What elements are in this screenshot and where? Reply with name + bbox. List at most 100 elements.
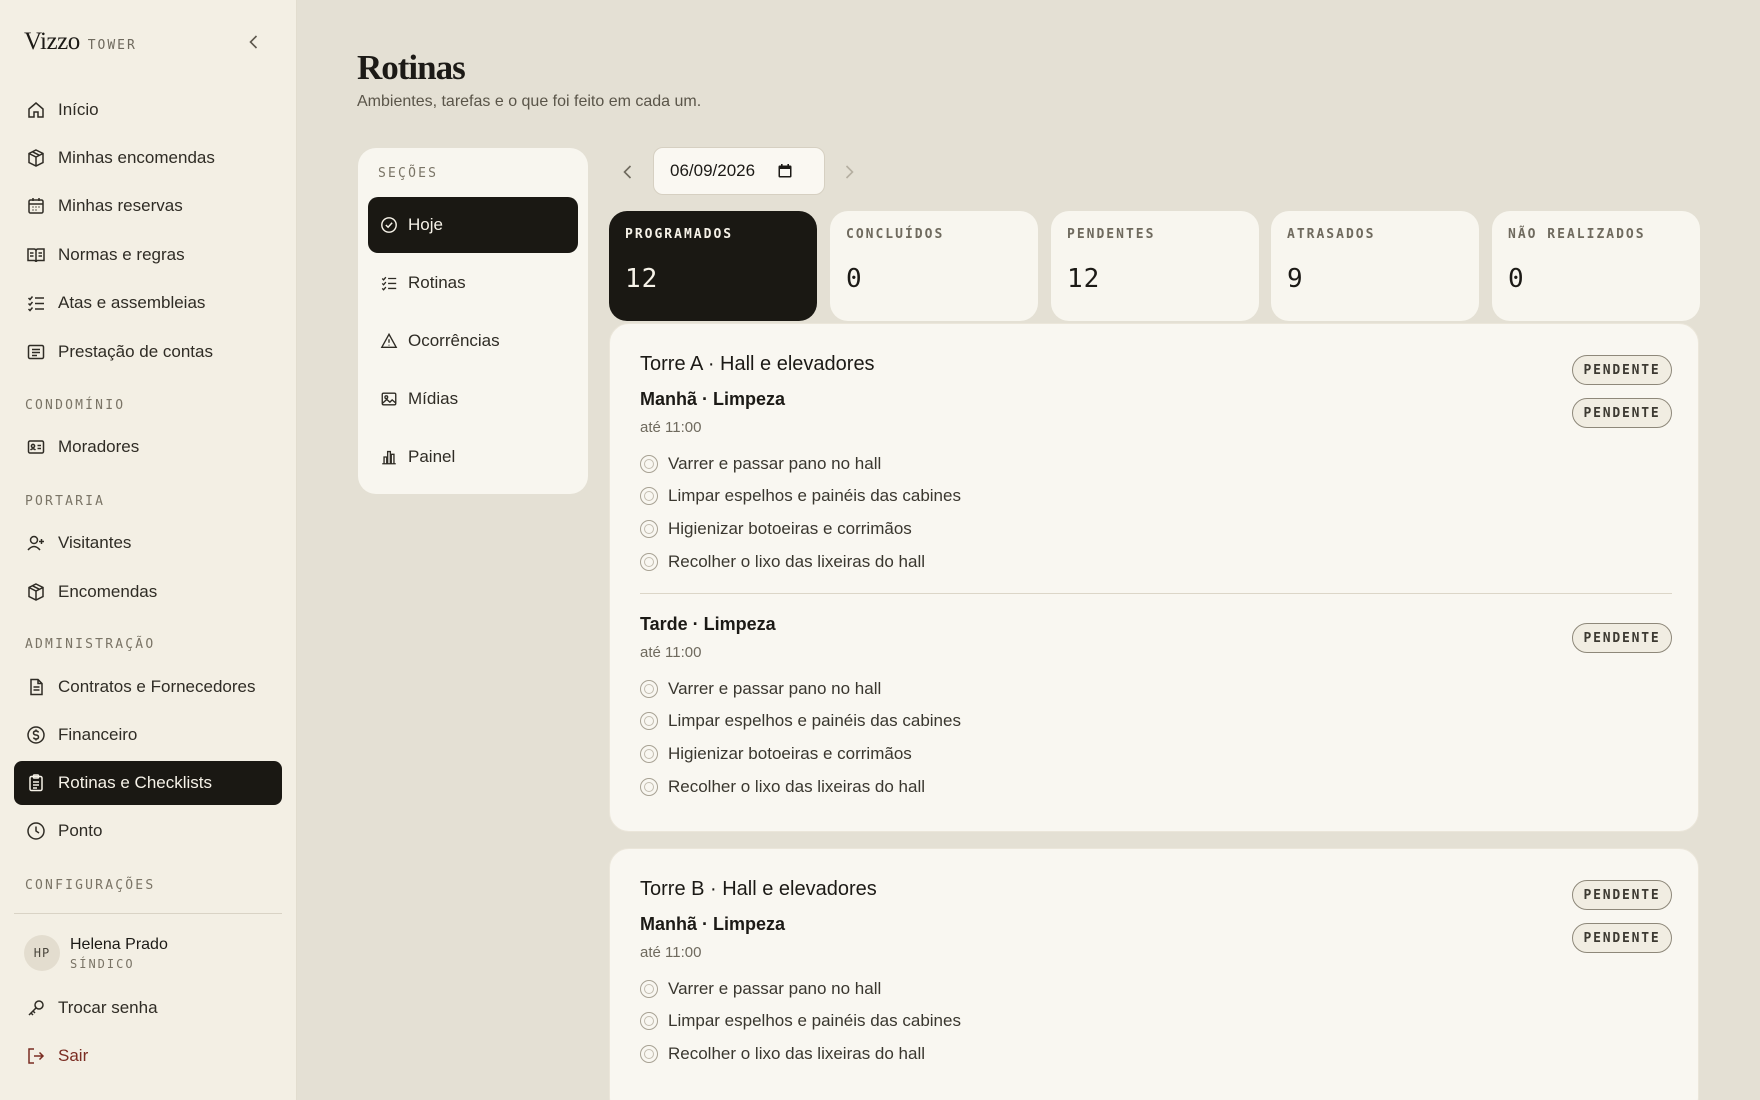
section-item-label: Mídias: [408, 389, 459, 408]
nav-item-label: Início: [58, 100, 99, 119]
task-label: Higienizar botoeiras e corrimãos: [668, 519, 912, 538]
logout-button[interactable]: Sair: [14, 1034, 282, 1078]
task-item[interactable]: Recolher o lixo das lixeiras do hall: [640, 777, 925, 797]
task-item[interactable]: Recolher o lixo das lixeiras do hall: [640, 1044, 925, 1064]
calendar-icon: [28, 198, 44, 214]
package-icon: [28, 149, 44, 167]
task-item[interactable]: Limpar espelhos e painéis das cabines: [640, 711, 961, 731]
task-checkbox[interactable]: [640, 745, 658, 763]
routine-card-torre-b: Torre B · Hall e elevadores PENDENTE Man…: [609, 848, 1699, 1100]
section-item-midias[interactable]: Mídias: [368, 371, 578, 427]
task-checkbox[interactable]: [640, 553, 658, 571]
section-item-rotinas[interactable]: Rotinas: [368, 255, 578, 311]
nav-item-label: Rotinas e Checklists: [58, 773, 213, 792]
nav-item-moradores[interactable]: Moradores: [14, 425, 282, 469]
section-item-painel[interactable]: Painel: [368, 429, 578, 485]
task-checkbox[interactable]: [640, 680, 658, 698]
nav-item-label: Encomendas: [58, 582, 158, 601]
collapse-sidebar-button[interactable]: [244, 32, 264, 52]
nav-item-contratos-e-fornecedores[interactable]: Contratos e Fornecedores: [14, 665, 282, 709]
task-checkbox[interactable]: [640, 712, 658, 730]
receipt-icon: [27, 344, 45, 360]
section-label-configuracoes: CONFIGURAÇÕES: [25, 878, 156, 893]
brand-name: Vizzo: [24, 28, 80, 55]
nav-item-label: Atas e assembleias: [58, 293, 206, 312]
nav-item-label: Moradores: [58, 437, 140, 456]
shift-title: Manhã · Limpeza: [640, 914, 786, 934]
nav-item-encomendas[interactable]: Encomendas: [14, 570, 282, 614]
section-label-administracao: ADMINISTRAÇÃO: [25, 637, 156, 652]
date-value: 06/09/2026: [670, 161, 756, 180]
nav-item-label: Trocar senha: [58, 998, 158, 1017]
status-badge: PENDENTE: [1572, 880, 1672, 910]
task-checkbox[interactable]: [640, 1045, 658, 1063]
nav-item-ponto[interactable]: Ponto: [14, 809, 282, 853]
chevron-right-icon: [845, 165, 854, 179]
task-checkbox[interactable]: [640, 455, 658, 473]
section-label-portaria: PORTARIA: [25, 494, 106, 509]
task-item[interactable]: Limpar espelhos e painéis das cabines: [640, 1011, 961, 1031]
nav-item-atas-e-assembleias[interactable]: Atas e assembleias: [14, 281, 282, 325]
task-item[interactable]: Varrer e passar pano no hall: [640, 679, 881, 699]
stat-card-atrasados[interactable]: ATRASADOS 9: [1271, 211, 1479, 321]
previous-day-button[interactable]: [616, 160, 640, 184]
task-item[interactable]: Higienizar botoeiras e corrimãos: [640, 519, 912, 539]
clipboard-icon: [29, 774, 43, 792]
nav-item-minhas-encomendas[interactable]: Minhas encomendas: [14, 136, 282, 180]
stat-label: CONCLUÍDOS: [846, 227, 945, 242]
task-label: Recolher o lixo das lixeiras do hall: [668, 1044, 926, 1063]
stat-value: 9: [1287, 264, 1304, 294]
user-name: Helena Prado: [70, 935, 168, 953]
chevron-left-icon: [623, 165, 632, 179]
nav-item-label: Minhas encomendas: [58, 148, 215, 167]
task-item[interactable]: Recolher o lixo das lixeiras do hall: [640, 552, 925, 572]
status-badge: PENDENTE: [1572, 398, 1672, 428]
nav-item-label: Financeiro: [58, 725, 138, 744]
shift-title: Tarde · Limpeza: [640, 614, 776, 634]
nav-item-visitantes[interactable]: Visitantes: [14, 521, 282, 565]
brand-subtitle: TOWER: [87, 38, 137, 53]
nav-item-normas-e-regras[interactable]: Normas e regras: [14, 233, 282, 277]
task-label: Varrer e passar pano no hall: [668, 979, 882, 998]
task-item[interactable]: Varrer e passar pano no hall: [640, 454, 881, 474]
nav-item-rotinas-e-checklists[interactable]: Rotinas e Checklists: [14, 761, 282, 805]
task-checkbox[interactable]: [640, 520, 658, 538]
date-picker-input[interactable]: 06/09/2026: [653, 147, 825, 195]
sidebar: Vizzo TOWER Início Minhas encomendas Min…: [0, 0, 297, 1100]
section-item-label: Rotinas: [408, 273, 466, 292]
shift-title: Manhã · Limpeza: [640, 389, 786, 409]
key-icon: [28, 1000, 44, 1016]
task-label: Limpar espelhos e painéis das cabines: [668, 711, 961, 730]
section-item-hoje[interactable]: Hoje: [368, 197, 578, 253]
status-badge: PENDENTE: [1572, 923, 1672, 953]
section-item-ocorrencias[interactable]: Ocorrências: [368, 313, 578, 369]
nav-item-prestacao-de-contas[interactable]: Prestação de contas: [14, 330, 282, 374]
warning-icon: [380, 332, 398, 348]
stat-card-nao-realizados[interactable]: NÃO REALIZADOS 0: [1492, 211, 1700, 321]
task-item[interactable]: Varrer e passar pano no hall: [640, 979, 881, 999]
home-icon: [28, 102, 44, 118]
stat-value: 12: [625, 264, 659, 294]
dollar-icon: [27, 726, 45, 744]
task-item[interactable]: Higienizar botoeiras e corrimãos: [640, 744, 912, 764]
stat-card-concluidos[interactable]: CONCLUÍDOS 0: [830, 211, 1038, 321]
task-checkbox[interactable]: [640, 980, 658, 998]
status-badge: PENDENTE: [1572, 355, 1672, 385]
nav-item-inicio[interactable]: Início: [14, 88, 282, 132]
task-checkbox[interactable]: [640, 1012, 658, 1030]
change-password-button[interactable]: Trocar senha: [14, 986, 282, 1030]
task-checkbox[interactable]: [640, 487, 658, 505]
task-label: Varrer e passar pano no hall: [668, 454, 882, 473]
task-label: Recolher o lixo das lixeiras do hall: [668, 777, 926, 796]
nav-item-financeiro[interactable]: Financeiro: [14, 713, 282, 757]
brand-logo[interactable]: Vizzo TOWER: [24, 28, 137, 56]
nav-item-minhas-reservas[interactable]: Minhas reservas: [14, 184, 282, 228]
logout-icon: [28, 1048, 45, 1064]
task-item[interactable]: Limpar espelhos e painéis das cabines: [640, 486, 961, 506]
next-day-button[interactable]: [837, 160, 861, 184]
user-profile[interactable]: HP Helena Prado SÍNDICO: [24, 935, 168, 971]
stat-card-pendentes[interactable]: PENDENTES 12: [1051, 211, 1259, 321]
task-label: Recolher o lixo das lixeiras do hall: [668, 552, 926, 571]
task-checkbox[interactable]: [640, 778, 658, 796]
stat-card-programados[interactable]: PROGRAMADOS 12: [609, 211, 817, 321]
